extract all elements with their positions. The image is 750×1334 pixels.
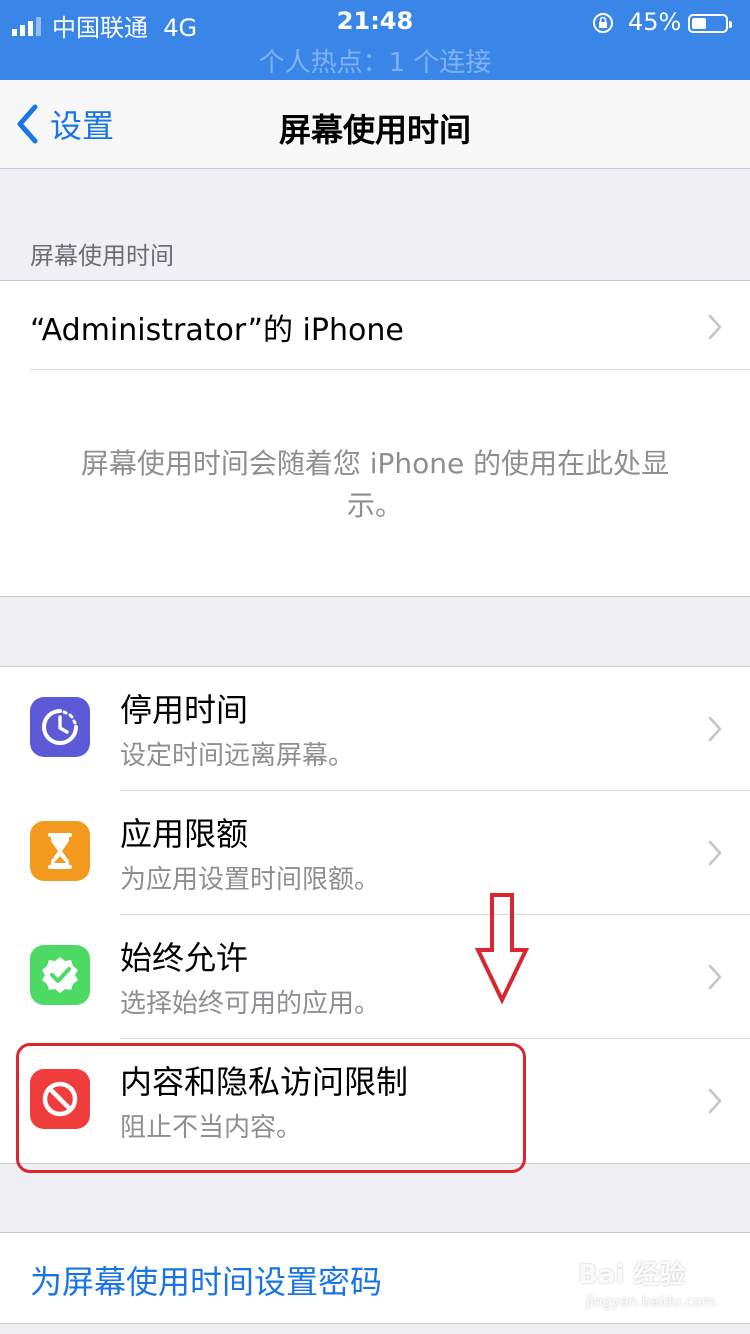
- list-item-downtime[interactable]: 停用时间 设定时间远离屏幕。: [0, 667, 750, 791]
- section-header: 屏幕使用时间: [30, 242, 174, 270]
- battery-percentage: 45%: [628, 8, 682, 36]
- divider: [30, 369, 750, 370]
- list-item-app-limits[interactable]: 应用限额 为应用设置时间限额。: [0, 791, 750, 915]
- list-item-subtitle: 选择始终可用的应用。: [120, 989, 381, 1019]
- set-passcode-button[interactable]: 为屏幕使用时间设置密码: [30, 1257, 382, 1303]
- list-item-subtitle: 设定时间远离屏幕。: [120, 741, 355, 771]
- device-name: “Administrator”的 iPhone: [30, 313, 404, 348]
- highlight-annotation-box: [16, 1043, 526, 1173]
- hotspot-banner[interactable]: 个人热点：1 个连接: [0, 42, 750, 79]
- device-row[interactable]: “Administrator”的 iPhone: [0, 281, 750, 369]
- page-title: 屏幕使用时间: [278, 111, 471, 149]
- usage-empty-message: 屏幕使用时间会随着您 iPhone 的使用在此处显示。: [80, 447, 670, 522]
- list-item-title: 应用限额: [120, 815, 249, 853]
- arrow-down-annotation-icon: [474, 893, 530, 1004]
- checkmark-badge-icon: [30, 945, 90, 1005]
- chevron-right-icon: [708, 1088, 722, 1114]
- rotation-lock-icon: [593, 13, 613, 33]
- chevron-right-icon: [708, 314, 722, 340]
- chevron-right-icon: [708, 840, 722, 866]
- downtime-icon: [30, 697, 90, 757]
- baidu-watermark-logo: Bai 经验: [578, 1260, 686, 1290]
- device-usage-card: “Administrator”的 iPhone 屏幕使用时间会随着您 iPhon…: [0, 280, 750, 597]
- list-item-title: 始终允许: [120, 939, 249, 977]
- list-item-title: 停用时间: [120, 691, 249, 729]
- navigation-bar: 设置 屏幕使用时间: [0, 80, 750, 169]
- watermark-url: jingyan.baidu.com: [586, 1294, 716, 1310]
- list-item-always-allowed[interactable]: 始终允许 选择始终可用的应用。: [0, 915, 750, 1039]
- battery-icon: [688, 14, 732, 33]
- hourglass-icon: [30, 821, 90, 881]
- status-bar: 中国联通 4G 21:48 45% 个人热点：1 个连接: [0, 0, 750, 80]
- list-item-subtitle: 为应用设置时间限额。: [120, 865, 381, 895]
- chevron-right-icon: [708, 964, 722, 990]
- chevron-right-icon: [708, 716, 722, 742]
